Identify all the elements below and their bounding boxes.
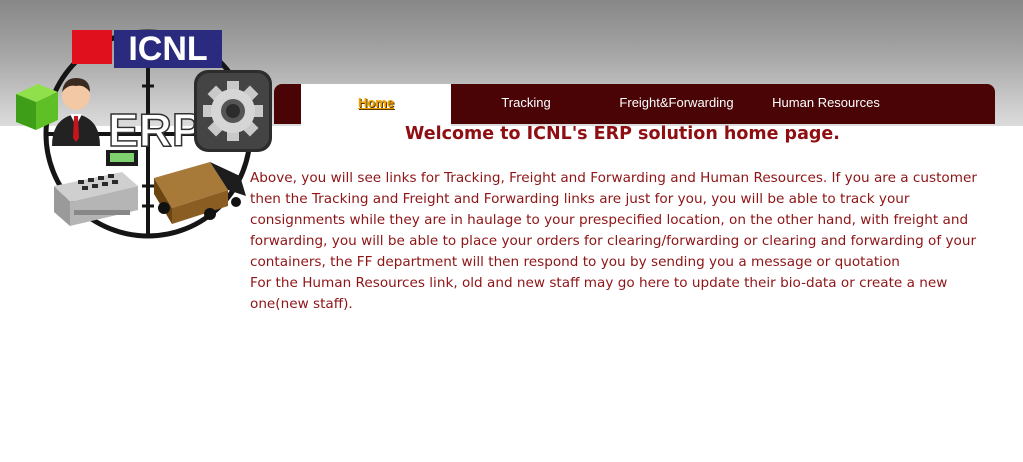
nav-tracking-tab[interactable]: Tracking — [474, 84, 578, 124]
intro-paragraph-1: Above, you will see links for Tracking, … — [250, 170, 977, 270]
brand-text: ICNL — [128, 30, 207, 68]
intro-paragraph-2: For the Human Resources link, old and ne… — [250, 275, 948, 312]
nav-freight-forwarding-tab[interactable]: Freight&Forwarding — [604, 84, 749, 124]
nav-home-tab[interactable]: Home — [301, 84, 451, 126]
nav-human-resources-tab[interactable]: Human Resources — [762, 84, 890, 124]
icnl-erp-logo[interactable]: ICNL ERP — [14, 26, 276, 240]
main-nav: Home Tracking Freight&Forwarding Human R… — [274, 84, 995, 126]
brand-banner: ICNL — [72, 30, 222, 68]
page-title: Welcome to ICNL's ERP solution home page… — [405, 124, 840, 144]
intro-text: Above, you will see links for Tracking, … — [250, 168, 1002, 315]
cash-register-icon — [54, 150, 138, 226]
erp-text: ERP — [108, 104, 203, 156]
gear-icon — [194, 70, 272, 152]
page: ICNL ERP Home Tracking Freight&Forwardin… — [0, 0, 1023, 462]
cube-icon — [16, 84, 58, 130]
